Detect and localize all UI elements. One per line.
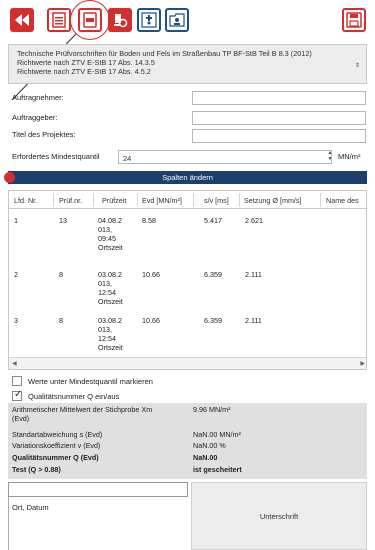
marker-dot (4, 172, 15, 183)
cell-pruefnr: 8 (59, 270, 63, 279)
var-value: NaN.00 % (193, 441, 226, 450)
var-label: Variationskoeffizient v (Evd) (12, 441, 101, 450)
header-name[interactable]: Name des (326, 196, 359, 205)
cell-evd: 8.58 (142, 216, 156, 225)
cell-pruefzeit: 04.08.2 013, 09:45 Ortszeit (98, 216, 123, 252)
scroll-right-icon[interactable]: ▶ (360, 360, 365, 367)
q-label: Qualitätsnummer Q (Evd) (12, 453, 99, 462)
test-value: ist gescheitert (193, 465, 242, 474)
scroll-left-icon[interactable]: ◀ (12, 360, 17, 367)
header-evd[interactable]: Evd [MN/m²] (142, 196, 182, 205)
change-columns-button[interactable]: Spalten ändern (8, 171, 367, 184)
auftragnehmer-input[interactable] (192, 91, 366, 105)
horizontal-scrollbar[interactable]: ◀ ▶ (9, 357, 366, 369)
cell-evd: 10.66 (142, 270, 160, 279)
select-line-3: Richtwerte nach ZTV E-StB 17 Abs. 4.5.2 (17, 67, 151, 76)
toolbar (0, 0, 375, 44)
quantil-stepper[interactable]: ▲ ▼ (326, 150, 334, 164)
select-line-2: Richtwerte nach ZTV E-StB 17 Abs. 14.3.5 (17, 58, 155, 67)
quantil-input[interactable]: 24 (118, 150, 332, 164)
cell-evd: 10.66 (142, 316, 160, 325)
select-arrow-icon: ⇕ (354, 63, 360, 69)
table-header: Lfd. Nr. Prüf.nr. Prüfzeit Evd [MN/m²] s… (9, 191, 366, 209)
auftragnehmer-label: Auftragnehmer: (12, 93, 64, 102)
folder-user-icon[interactable] (165, 8, 189, 32)
mark-below-quantil-label: Werte unter Mindestquantil markieren (28, 376, 153, 386)
place-date-label: Ort, Datum (12, 503, 49, 512)
add-user-icon[interactable] (137, 8, 161, 32)
standard-select[interactable]: Technische Prüfvorschriften für Boden un… (8, 44, 367, 84)
place-date-input[interactable] (8, 482, 188, 497)
header-pruefzeit[interactable]: Prüfzeit (102, 196, 126, 205)
cell-lfd: 1 (14, 216, 18, 225)
cell-sv: 6.359 (204, 316, 222, 325)
mark-below-quantil-option[interactable]: Werte unter Mindestquantil markieren (12, 375, 153, 387)
cell-lfd: 3 (14, 316, 18, 325)
mark-below-quantil-checkbox[interactable] (12, 376, 22, 386)
titel-input[interactable] (192, 129, 366, 143)
save-icon[interactable] (342, 8, 366, 32)
cell-setzung: 2.621 (245, 216, 263, 225)
quantil-label: Erfordertes Mindestquantil (12, 152, 100, 161)
cell-pruefzeit: 03.08.2 013, 12:54 Ortszeit (98, 270, 123, 306)
machine-icon[interactable] (108, 8, 132, 32)
q-toggle-label: Qualitätsnummer Q ein/aus (28, 391, 120, 401)
table-row[interactable]: 1 13 04.08.2 013, 09:45 Ortszeit 8.58 5.417… (9, 211, 366, 266)
select-line-1: Technische Prüfvorschriften für Boden un… (17, 49, 312, 58)
cell-sv: 6.359 (204, 270, 222, 279)
std-label: Standartabweichung s (Evd) (12, 430, 103, 439)
header-pruefnr[interactable]: Prüf.nr. (59, 196, 82, 205)
q-toggle-option[interactable]: Qualitätsnummer Q ein/aus (12, 389, 120, 402)
cell-pruefzeit: 03.08.2 013, 12:54 Ortszeit (98, 316, 123, 352)
mean-value: 9.96 MN/m² (193, 405, 231, 414)
signature-field[interactable]: Unterschrift (191, 482, 367, 550)
titel-label: Titel des Projektes: (12, 130, 76, 139)
cell-setzung: 2.111 (245, 270, 262, 279)
q-value: NaN.00 (193, 453, 218, 462)
mean-label: Arithmetischer Mittelwert der Stichprobe… (12, 405, 153, 423)
auftraggeber-label: Auftraggeber: (12, 113, 58, 122)
cell-pruefnr: 13 (59, 216, 67, 225)
document-list-icon[interactable] (47, 8, 71, 32)
std-value: NaN.00 MN/m² (193, 430, 241, 439)
highlight-circle (70, 0, 110, 40)
cell-pruefnr: 8 (59, 316, 63, 325)
header-setzung[interactable]: Setzung Ø [mm/s] (244, 196, 302, 205)
rewind-icon[interactable] (10, 8, 34, 32)
header-sv[interactable]: s/v [ms] (204, 196, 229, 205)
q-toggle-checkbox[interactable] (12, 389, 22, 401)
cell-setzung: 2.111 (245, 316, 262, 325)
header-lfd[interactable]: Lfd. Nr. (14, 196, 37, 205)
measurement-table: Lfd. Nr. Prüf.nr. Prüfzeit Evd [MN/m²] s… (8, 190, 367, 370)
statistics-panel: Arithmetischer Mittelwert der Stichprobe… (8, 403, 367, 479)
cell-lfd: 2 (14, 270, 18, 279)
divider (8, 497, 9, 550)
quantil-unit: MN/m² (338, 152, 361, 161)
cell-sv: 5.417 (204, 216, 222, 225)
test-label: Test (Q > 0.88) (12, 465, 61, 474)
auftraggeber-input[interactable] (192, 111, 366, 125)
